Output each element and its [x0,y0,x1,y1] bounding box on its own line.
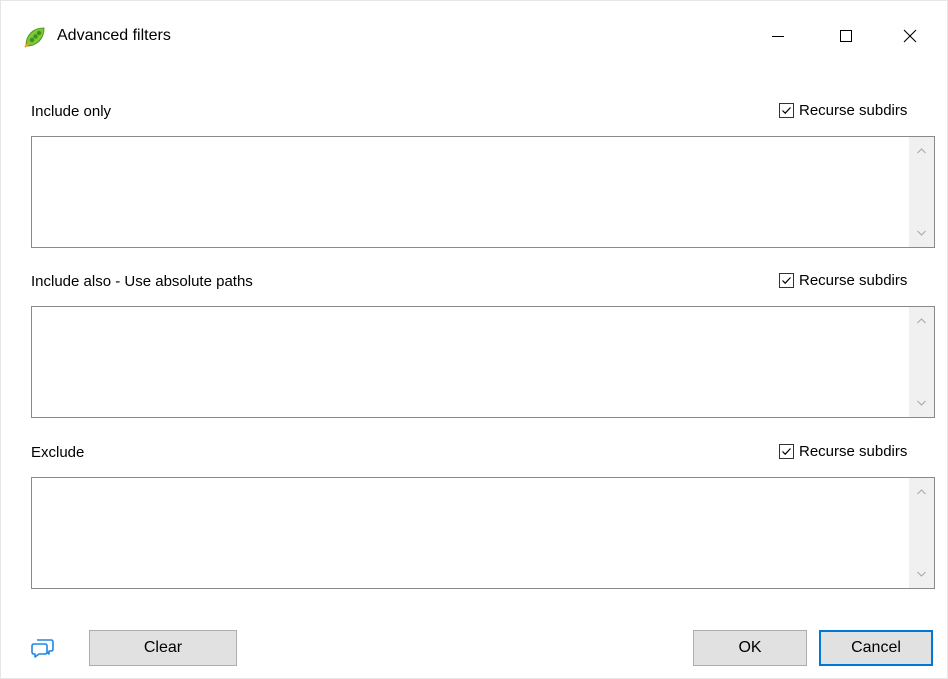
clear-button[interactable]: Clear [89,630,237,666]
advanced-filters-dialog: Advanced filters Include only Recurse su… [0,0,948,679]
minimize-icon [772,36,784,37]
scroll-down-arrow-icon[interactable] [909,223,934,243]
ok-button[interactable]: OK [693,630,807,666]
checkmark-icon [782,277,791,285]
include-also-label: Include also - Use absolute paths [31,273,253,290]
scroll-up-arrow-icon[interactable] [909,482,934,502]
checkmark-icon [782,107,791,115]
scroll-up-arrow-icon[interactable] [909,311,934,331]
exclude-recurse-checkbox[interactable]: Recurse subdirs [779,443,907,460]
include-also-scrollbar[interactable] [909,307,934,417]
maximize-button[interactable] [823,19,869,53]
minimize-button[interactable] [755,19,801,53]
include-only-label: Include only [31,103,112,120]
include-also-textarea[interactable] [31,306,935,418]
maximize-icon [840,30,852,42]
checkbox-box[interactable] [779,103,794,118]
exclude-label: Exclude [31,444,85,461]
chat-bubbles-icon[interactable] [31,637,55,659]
scroll-down-arrow-icon[interactable] [909,564,934,584]
recurse-label: Recurse subdirs [799,443,908,460]
pea-leaf-icon [24,27,45,48]
include-only-scrollbar[interactable] [909,137,934,247]
include-only-textarea[interactable] [31,136,935,248]
checkbox-box[interactable] [779,273,794,288]
cancel-button[interactable]: Cancel [819,630,933,666]
recurse-label: Recurse subdirs [799,272,908,289]
close-icon [903,29,917,43]
close-button[interactable] [887,19,933,53]
scroll-down-arrow-icon[interactable] [909,393,934,413]
title-bar[interactable]: Advanced filters [1,1,947,67]
include-also-recurse-checkbox[interactable]: Recurse subdirs [779,272,907,289]
exclude-textarea[interactable] [31,477,935,589]
window-title: Advanced filters [57,27,171,44]
include-only-recurse-checkbox[interactable]: Recurse subdirs [779,102,907,119]
recurse-label: Recurse subdirs [799,102,908,119]
scroll-up-arrow-icon[interactable] [909,141,934,161]
exclude-scrollbar[interactable] [909,478,934,588]
checkbox-box[interactable] [779,444,794,459]
checkmark-icon [782,448,791,456]
